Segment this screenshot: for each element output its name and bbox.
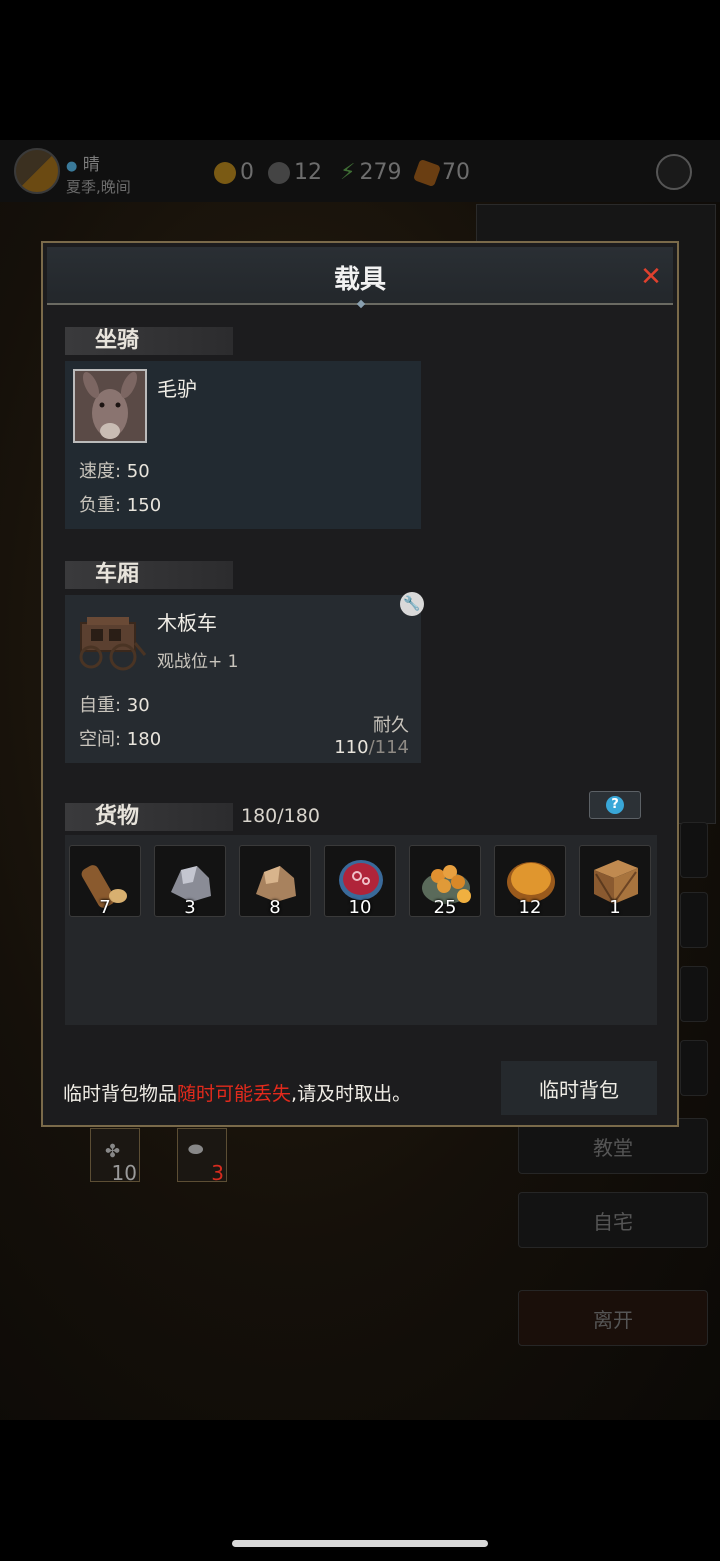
durability-label: 耐久 — [373, 715, 409, 736]
skill-icon: ✤ — [105, 1141, 121, 1162]
background-button-edge — [680, 822, 708, 878]
lightning-icon: ⚡ — [340, 160, 356, 185]
header-ornament — [356, 299, 366, 309]
close-button[interactable]: ✕ — [639, 262, 663, 292]
mount-name: 毛驴 — [157, 377, 197, 401]
note-prefix: 临时背包物品 — [63, 1083, 178, 1105]
cargo-slot[interactable]: 25 — [409, 845, 481, 918]
season-label: 夏季,晚间 — [66, 178, 131, 196]
cargo-capacity: 180/180 — [241, 805, 320, 827]
resource-value: 70 — [442, 160, 470, 185]
close-icon: ✕ — [640, 262, 662, 292]
home-indicator[interactable] — [232, 1540, 488, 1547]
resource-value: 0 — [240, 160, 254, 185]
sun-icon: ● — [66, 159, 78, 174]
stat-colon: : — [115, 729, 127, 750]
stat-label: 自重 — [79, 695, 115, 716]
stat-colon: : — [115, 461, 127, 482]
durability-max: 114 — [374, 737, 409, 758]
cargo-slot[interactable]: 12 — [494, 845, 566, 918]
durability-value: 110/114 — [334, 737, 409, 758]
background-button-edge — [680, 1040, 708, 1096]
temp-bag-button[interactable]: 临时背包 — [501, 1061, 657, 1115]
modal-title: 载具 — [333, 265, 386, 295]
stat-value: 180 — [126, 729, 162, 750]
note-suffix: ,请及时取出。 — [291, 1083, 412, 1105]
carriage-section-label: 车厢 — [65, 561, 233, 589]
cargo-slot[interactable]: 10 — [324, 845, 396, 918]
stat-value: 150 — [126, 495, 162, 516]
item-quantity: 1 — [609, 897, 621, 918]
stat-value: 50 — [126, 461, 150, 482]
spectator-bonus: 观战位+ 1 — [157, 652, 239, 672]
day-night-dial-icon — [14, 148, 60, 194]
resource-value: 279 — [359, 160, 402, 185]
note-warning: 随时可能丢失 — [177, 1083, 292, 1105]
mount-speed: 速度: 50 — [79, 457, 150, 483]
repair-button[interactable]: 🔧 — [400, 592, 424, 616]
resource-energy: ⚡ 279 — [340, 160, 401, 185]
item-quantity: 8 — [269, 897, 281, 918]
stat-label: 空间 — [79, 729, 115, 750]
question-icon: ? — [606, 796, 624, 814]
weather-text: 晴 — [82, 155, 100, 175]
slot-count: 3 — [211, 1161, 224, 1185]
wooden-cart-icon — [73, 603, 147, 677]
cargo-slot[interactable]: 3 — [154, 845, 226, 918]
background-button-edge — [680, 966, 708, 1022]
durability-current: 110 — [334, 737, 369, 758]
item-quantity: 12 — [518, 897, 542, 918]
carriage-name: 木板车 — [157, 611, 217, 635]
gold-coin-icon — [214, 161, 236, 184]
silver-coin-icon — [268, 161, 290, 184]
temp-bag-warning: 临时背包物品随时可能丢失,请及时取出。 — [63, 1079, 411, 1106]
item-quantity: 7 — [99, 897, 111, 918]
help-button[interactable]: ? — [589, 791, 641, 819]
item-quantity: 25 — [433, 897, 457, 918]
modal-header: 载具 ✕ — [47, 247, 673, 309]
skill-slot[interactable]: ✤ 10 — [90, 1128, 140, 1185]
stat-colon: : — [115, 495, 127, 516]
mount-section-label: 坐骑 — [65, 327, 233, 355]
resource-silver: 12 — [268, 160, 322, 185]
stat-value: 30 — [126, 695, 150, 716]
cargo-grid: 7 3 8 10 25 12 1 — [65, 835, 657, 1025]
donkey-portrait-icon — [73, 369, 147, 443]
resource-value: 12 — [294, 160, 322, 185]
airship-slot[interactable]: ⬬ 3 — [177, 1128, 227, 1185]
carriage-weight: 自重: 30 — [79, 691, 150, 717]
food-icon — [412, 158, 442, 187]
wrench-icon: 🔧 — [403, 596, 421, 612]
cargo-slot[interactable]: 8 — [239, 845, 311, 918]
stat-label: 速度 — [79, 461, 115, 482]
mount-card[interactable]: 毛驴 速度: 50 负重: 150 — [65, 361, 421, 529]
vehicle-modal: 载具 ✕ 坐骑 毛驴 速度: 50 负重: 150 车厢 木板车 观战位+ 1 … — [41, 241, 679, 1127]
stat-label: 负重 — [79, 495, 115, 516]
cargo-section-label: 货物 — [65, 803, 233, 831]
home-button[interactable]: 自宅 — [518, 1192, 708, 1248]
resource-food: 70 — [412, 158, 470, 187]
profile-avatar-button[interactable] — [656, 154, 692, 190]
airship-icon: ⬬ — [188, 1139, 204, 1160]
cargo-slot[interactable]: 1 — [579, 845, 651, 918]
item-quantity: 10 — [348, 897, 372, 918]
weather-label: ● 晴 — [66, 150, 100, 175]
resource-gold: 0 — [214, 160, 254, 185]
carriage-space: 空间: 180 — [79, 725, 161, 751]
cargo-slot[interactable]: 7 — [69, 845, 141, 918]
stat-colon: : — [115, 695, 127, 716]
item-quantity: 3 — [184, 897, 196, 918]
background-button-edge — [680, 892, 708, 948]
carriage-card[interactable]: 木板车 观战位+ 1 自重: 30 空间: 180 耐久 110/114 — [65, 595, 421, 763]
slot-count: 10 — [111, 1161, 137, 1185]
leave-button[interactable]: 离开 — [518, 1290, 708, 1346]
mount-load: 负重: 150 — [79, 491, 161, 517]
